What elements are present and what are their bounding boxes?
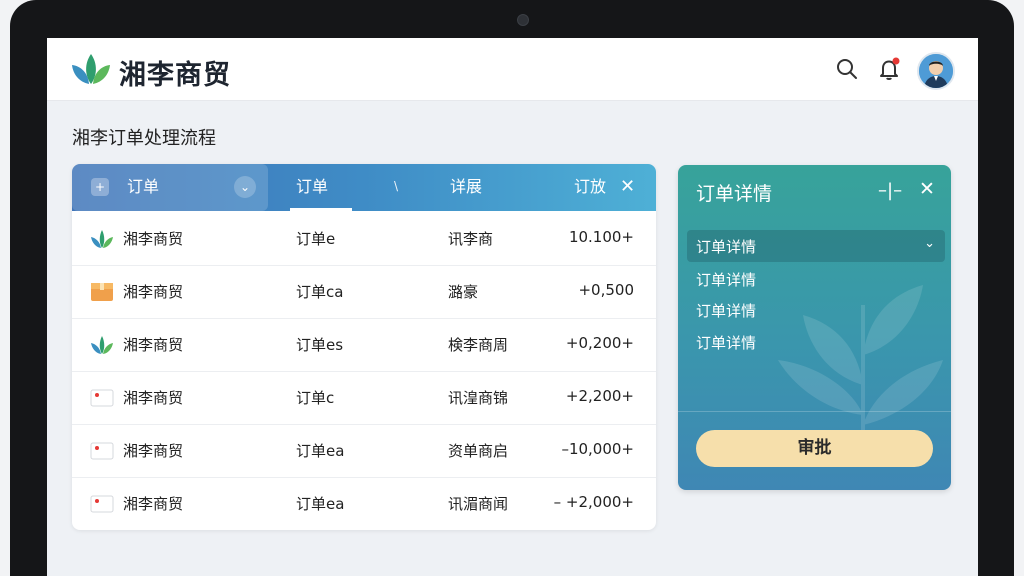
approve-button[interactable]: 审批 [696,430,933,467]
row-amount: +0,200+ [565,334,634,352]
row-order: 订单ea [296,495,345,513]
table-row[interactable]: 湘李商贸 订单ca 潞豪 +0,500 [72,265,656,319]
orders-table: + 订单 ⌄ 订单 \ 详展 订放 ✕ 湘李商贸 订单e 讯李商 10.100+ [72,164,656,530]
row-order: 订单c [296,389,335,407]
flag-icon [90,442,114,460]
row-order: 订单e [296,230,336,248]
row-amount: +0,500 [578,281,634,299]
minimize-icon[interactable]: –|– [878,180,902,201]
active-underline [290,208,352,211]
search-icon[interactable] [835,57,859,81]
leaf-logo-icon [72,54,110,84]
table-row[interactable]: 湘李商贸 订单es 検李商周 +0,200+ [72,318,656,372]
leaf-logo-icon [91,336,113,354]
row-company: 湘李商贸 [123,336,184,354]
row-amount: –10,000+ [561,440,634,458]
row-company: 湘李商贸 [123,230,184,248]
camera-icon [517,14,529,26]
header-col-order[interactable]: + 订单 ⌄ [72,164,268,211]
row-vendor: 讯湄商闻 [448,495,509,513]
table-header: + 订单 ⌄ 订单 \ 详展 订放 ✕ [72,164,656,211]
close-icon[interactable]: ✕ [620,164,635,211]
row-order: 订单ea [296,442,345,460]
row-order: 订单es [296,336,344,354]
table-row[interactable]: 湘李商贸 订单ea 资单商启 –10,000+ [72,424,656,478]
add-icon[interactable]: + [91,178,109,196]
flag-icon [90,389,114,407]
dropdown-option[interactable]: 订单详情 [696,300,756,321]
user-avatar[interactable] [917,52,955,90]
row-company: 湘李商贸 [123,389,184,407]
row-order: 订单ca [296,283,344,301]
row-company: 湘李商贸 [123,495,184,513]
table-row[interactable]: 湘李商贸 订单c 讯湟商锦 +2,200+ [72,371,656,425]
flag-icon [90,495,114,513]
leaf-logo-icon [91,230,113,248]
chevron-down-icon: ⌄ [924,236,935,251]
notification-bell-icon[interactable] [877,57,901,81]
header-label: 订单 [127,177,160,196]
divider [678,411,951,412]
avatar-icon [919,54,953,88]
row-vendor: 検李商周 [448,336,509,354]
top-bar: 湘李商贸 [47,38,978,101]
dropdown-option[interactable]: 订单详情 [696,332,756,353]
order-detail-panel: 订单详情 –|– ✕ 订单详情 ⌄ 订单详情 订单详情 订单详情 审批 [678,165,951,490]
table-row[interactable]: 湘李商贸 订单ea 讯湄商闻 – +2,000+ [72,477,656,530]
close-icon[interactable]: ✕ [919,178,935,200]
table-row[interactable]: 湘李商贸 订单e 讯李商 10.100+ [72,212,656,266]
header-label: 订单 [296,177,329,196]
app-screen: 湘李商贸 湘李订单处理流程 + 订单 ⌄ 订单 \ 详展 订放 ✕ 湘李商贸 订… [47,38,978,576]
row-amount: +2,200+ [565,387,634,405]
header-col-detail[interactable]: 详展 [450,164,482,211]
box-icon [91,283,113,301]
row-vendor: 潞豪 [448,283,479,301]
tab-order[interactable]: 订单 \ [268,164,422,211]
row-amount: – +2,000+ [553,493,634,511]
row-vendor: 资单商启 [448,442,509,460]
row-company: 湘李商贸 [123,283,184,301]
chevron-down-icon[interactable]: ⌄ [234,176,256,198]
row-vendor: 讯湟商锦 [448,389,509,407]
page-title: 湘李订单处理流程 [72,128,216,149]
detail-select[interactable]: 订单详情 ⌄ [687,230,945,262]
row-vendor: 讯李商 [448,230,494,248]
sort-icon[interactable]: \ [394,164,398,209]
dropdown-option[interactable]: 订单详情 [696,269,756,290]
row-company: 湘李商贸 [123,442,184,460]
brand-name: 湘李商贸 [119,60,231,91]
row-amount: 10.100+ [568,228,634,246]
panel-title: 订单详情 [696,183,773,205]
select-value: 订单详情 [696,238,757,256]
header-col-amount[interactable]: 订放 [574,164,606,211]
